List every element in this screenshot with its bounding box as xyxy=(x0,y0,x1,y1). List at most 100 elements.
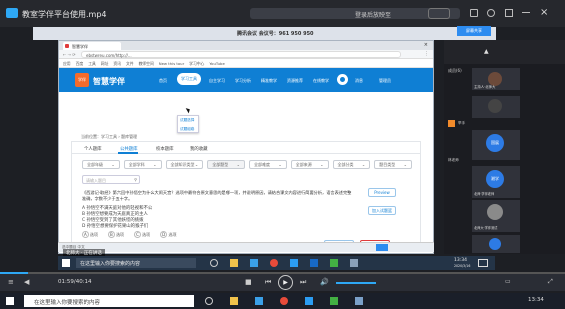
edge-icon[interactable] xyxy=(255,297,263,305)
nav-item[interactable]: 学习分析 xyxy=(235,78,251,84)
bookmark-item[interactable]: 资讯 xyxy=(113,61,121,66)
next-icon[interactable]: ⏭ xyxy=(300,278,306,287)
volume-speaker-icon[interactable]: 🔊 xyxy=(320,278,329,286)
app-icon[interactable] xyxy=(330,297,338,305)
nav-item[interactable]: 首页 xyxy=(159,78,167,84)
bookmark-item[interactable]: 网址 xyxy=(101,61,109,66)
tab-school[interactable]: 校本题库 xyxy=(156,146,174,152)
windows-start-icon[interactable] xyxy=(6,297,14,305)
playlist-icon[interactable]: ≡ xyxy=(8,278,14,286)
bookmark-item[interactable]: 文件 xyxy=(126,61,134,66)
filter-category[interactable]: 全部分类 ⌄ xyxy=(332,160,371,169)
filter-knowledge[interactable]: 全部知识类型 ⌄ xyxy=(165,160,204,169)
video-tile[interactable] xyxy=(472,96,520,118)
answer-choices: A 选项 B 选项 C 选项 D 选项 xyxy=(82,231,262,240)
filter-source[interactable]: 全部来源 ⌄ xyxy=(290,160,329,169)
app-icon[interactable] xyxy=(355,297,363,305)
answer-choice[interactable]: D 选项 xyxy=(160,231,177,240)
chrome-icon[interactable] xyxy=(270,259,278,267)
folder-icon[interactable] xyxy=(230,297,238,305)
bookmark-item[interactable]: 教师空间 xyxy=(139,61,154,66)
player-controls: ≡ ◀ 01:59/40:14 ■ ⏮ ▶ ⏭ 🔊 ▭ ⤢ xyxy=(0,274,565,291)
tray-clock: 13:34 xyxy=(454,258,467,263)
chevron-down-icon: ⌄ xyxy=(361,162,366,167)
filter-subject[interactable]: 全部学科 ⌄ xyxy=(123,160,162,169)
screen-share-badge[interactable]: 屏幕共享 xyxy=(457,26,491,36)
filter-grade[interactable]: 全部年级 ⌄ xyxy=(82,160,120,169)
app-icon[interactable] xyxy=(310,259,318,267)
taskbar-search[interactable]: 在这里输入你要搜索的内容 xyxy=(76,258,196,268)
search-icon[interactable]: ⚲ xyxy=(134,177,137,182)
notification-icon[interactable] xyxy=(478,259,488,267)
nav-account[interactable]: 管理员 xyxy=(379,78,391,84)
bookmark-item[interactable]: 应用 xyxy=(63,61,71,66)
close-window-icon[interactable]: × xyxy=(424,42,428,48)
menu-icon[interactable]: ⋮ xyxy=(424,51,429,57)
answer-choice[interactable]: A 选项 xyxy=(82,231,98,240)
app-icon[interactable] xyxy=(350,259,358,267)
folder-icon[interactable] xyxy=(230,259,238,267)
video-tile[interactable]: 国展 xyxy=(472,130,520,160)
nav-item-active[interactable]: 学习工具 xyxy=(177,73,201,85)
avatar xyxy=(489,238,501,250)
tab-bar: 智慧学伴 × xyxy=(59,41,433,50)
add-basket-button[interactable]: 加入试题篮 xyxy=(368,206,396,215)
minimize-icon[interactable] xyxy=(522,12,530,13)
window-icon[interactable] xyxy=(505,9,513,17)
nav-item[interactable]: 在线教学 xyxy=(313,78,329,84)
outer-search[interactable]: 在这里输入你要搜索的内容 xyxy=(24,295,194,307)
meeting-app-icon[interactable] xyxy=(305,297,313,305)
nav-item[interactable]: 资源推荐 xyxy=(287,78,303,84)
video-tile[interactable] xyxy=(472,235,520,253)
chrome-icon[interactable] xyxy=(280,297,288,305)
tab-personal[interactable]: 个人题库 xyxy=(84,146,102,152)
bookmark-item[interactable]: YouTube xyxy=(209,61,224,66)
nav-item[interactable]: 精准教学 xyxy=(261,78,277,84)
video-tile[interactable]: 北师大·学伴测试 xyxy=(472,200,520,232)
url-field[interactable]: ebstwreu.com/http://... xyxy=(81,51,401,58)
dropdown-item[interactable]: 试题组卷 xyxy=(180,127,196,132)
edge-icon[interactable] xyxy=(250,259,258,267)
collapse-icon[interactable]: ▲ xyxy=(484,48,489,55)
participant-name: 主持人·北师大 xyxy=(474,85,496,89)
stop-icon[interactable]: ■ xyxy=(245,278,252,286)
app-icon[interactable] xyxy=(330,259,338,267)
search-box[interactable] xyxy=(428,8,450,19)
answer-choice[interactable]: C 选项 xyxy=(134,231,150,240)
nav-messages[interactable]: 消息 xyxy=(355,78,363,84)
cortana-icon[interactable] xyxy=(210,259,218,267)
dropdown-item[interactable]: 试题选择 xyxy=(180,118,196,123)
filter-type[interactable]: 全部题型 ⌄ xyxy=(207,160,245,169)
meeting-app-icon[interactable] xyxy=(290,259,298,267)
mail-icon[interactable] xyxy=(470,9,478,17)
quality-button[interactable]: ▭ xyxy=(505,278,511,285)
fullscreen-icon[interactable]: ⤢ xyxy=(548,278,553,286)
bookmark-item[interactable]: 百度 xyxy=(76,61,84,66)
tab-favorites[interactable]: 我的收藏 xyxy=(190,146,208,152)
bookmark-item[interactable]: 工具 xyxy=(88,61,96,66)
bookmark-item[interactable]: New this tour xyxy=(159,61,184,66)
volume-icon[interactable]: ◀ xyxy=(24,278,29,286)
play-button[interactable]: ▶ xyxy=(278,275,293,290)
prev-icon[interactable]: ⏮ xyxy=(265,278,271,287)
settings-icon[interactable] xyxy=(487,9,495,17)
filter-row: 全部年级 ⌄ 全部学科 ⌄ 全部知识类型 ⌄ 全部题型 ⌄ 全部难度 ⌄ 全部来源 ⌄ 全部… xyxy=(82,160,412,170)
user-avatar-icon[interactable] xyxy=(337,74,348,85)
question-stem: 《西游记·取经》第六回中孙悟空为什么大闹天宫？选项中最符合原文意思的是哪一项，并… xyxy=(82,190,352,201)
preview-button[interactable]: Preview xyxy=(368,188,396,197)
filter-difficulty[interactable]: 全部难度 ⌄ xyxy=(249,160,287,169)
video-tile[interactable]: 湘学 北师·学伴老师 xyxy=(472,166,520,198)
windows-start-icon[interactable] xyxy=(62,259,70,267)
filter-qtype[interactable]: 题目类型 ⌄ xyxy=(374,160,412,169)
close-icon[interactable]: × xyxy=(540,7,548,18)
answer-choice[interactable]: B 选项 xyxy=(108,231,124,240)
volume-slider[interactable] xyxy=(336,282,376,284)
browser-tab[interactable]: 智慧学伴 xyxy=(63,42,121,50)
meeting-bar: 腾讯会议 会议号：961 950 950 屏幕共享 xyxy=(33,26,496,40)
video-tile[interactable]: 主持人·北师大 xyxy=(472,68,520,90)
search-input[interactable]: 请输入题目 ⚲ xyxy=(82,175,140,184)
nav-arrows-icon[interactable]: ← → ⟳ xyxy=(63,52,76,57)
cortana-icon[interactable] xyxy=(205,297,213,305)
nav-item[interactable]: 自主学习 xyxy=(209,78,225,84)
bookmark-item[interactable]: 学习中心 xyxy=(189,61,204,66)
